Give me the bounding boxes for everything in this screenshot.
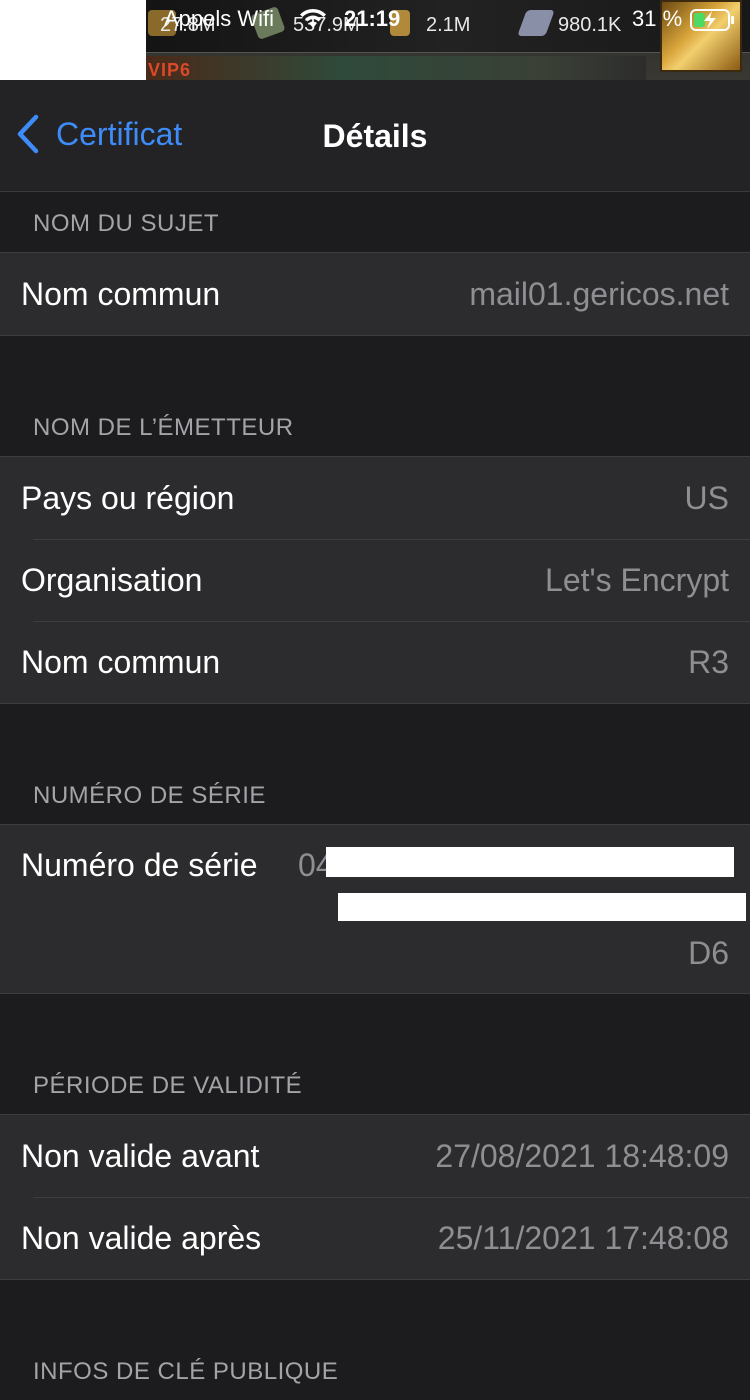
validity-group: Non valide avant 27/08/2021 18:48:09 Non… — [0, 1114, 750, 1280]
redaction-box — [0, 0, 146, 80]
carrier-label: Appels Wifi — [164, 6, 275, 31]
list-item: Nom commun mail01.gericos.net — [0, 253, 750, 335]
clock: 21:19 — [344, 6, 401, 31]
serial-value-end: D6 — [688, 935, 729, 971]
row-label: Nom commun — [21, 643, 221, 680]
section-header-validity: PÉRIODE DE VALIDITÉ — [33, 1072, 303, 1099]
game-resource-value: 2.1M — [426, 14, 471, 36]
subject-group: Nom commun mail01.gericos.net — [0, 252, 750, 336]
section-header-public-key: INFOS DE CLÉ PUBLIQUE — [33, 1358, 339, 1385]
battery-percent: 31 % — [632, 6, 683, 31]
list-item: Non valide après 25/11/2021 17:48:08 — [0, 1197, 750, 1279]
row-value: mail01.gericos.net — [469, 275, 729, 312]
section-header-subject: NOM DU SUJET — [33, 210, 219, 237]
redaction-box — [326, 847, 734, 877]
section-header-issuer: NOM DE L’ÉMETTEUR — [33, 414, 294, 441]
row-value: R3 — [688, 643, 729, 680]
row-label: Pays ou région — [21, 479, 235, 516]
list-item: Non valide avant 27/08/2021 18:48:09 — [0, 1115, 750, 1197]
page-title: Détails — [322, 118, 428, 154]
battery-charging-icon — [690, 9, 734, 31]
row-label: Non valide après — [21, 1219, 262, 1256]
section-header-serial: NUMÉRO DE SÉRIE — [33, 782, 266, 809]
row-value: 27/08/2021 18:48:09 — [435, 1137, 729, 1174]
list-item: Pays ou région US — [0, 457, 750, 539]
issuer-group: Pays ou région US Organisation Let's Enc… — [0, 456, 750, 704]
status-bar: VIP6 27.8M 537.9M 2.1M 980.1K Appels Wif… — [0, 0, 750, 80]
list-item: Numéro de série 04 D6 — [0, 825, 750, 993]
row-value: 25/11/2021 17:48:08 — [437, 1219, 729, 1256]
details-list[interactable]: NOM DU SUJET Nom commun mail01.gericos.n… — [0, 192, 750, 1400]
navigation-bar: Certificat Détails — [0, 80, 750, 192]
row-value: US — [684, 479, 729, 516]
row-value: Let's Encrypt — [545, 561, 729, 598]
wifi-icon — [300, 8, 326, 28]
game-banner: VIP6 — [146, 56, 646, 80]
row-label: Non valide avant — [21, 1137, 260, 1174]
game-resource-value: 980.1K — [558, 14, 622, 36]
game-vip-label: VIP6 — [148, 60, 192, 80]
list-item: Nom commun R3 — [0, 621, 750, 703]
row-label: Organisation — [21, 561, 203, 598]
row-label: Nom commun — [21, 275, 221, 312]
list-item: Organisation Let's Encrypt — [0, 539, 750, 621]
row-label: Numéro de série — [21, 847, 258, 883]
serial-group: Numéro de série 04 D6 — [0, 824, 750, 994]
redaction-box — [338, 893, 746, 921]
